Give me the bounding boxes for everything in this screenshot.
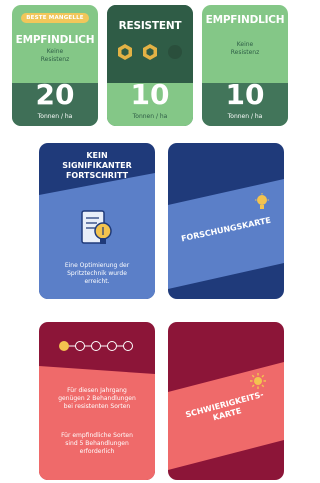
progress-dot <box>107 341 117 351</box>
progress-dot <box>75 341 85 351</box>
card-description: Eine Optimierung der Spritztechnik wurde… <box>64 262 130 285</box>
card-text-primary: Für diesen Jahrgang genügen 2 Behandlung… <box>58 387 136 410</box>
difficulty-card-back[interactable]: SCHWIERIGKEITS- KARTE <box>168 322 284 480</box>
card-title: KEIN SIGNIFIKANTER FORTSCHRITT <box>62 151 132 180</box>
card-title: EMPFINDLICH <box>205 14 285 26</box>
card-subtitle: Keine Resistenz <box>40 48 70 63</box>
resistance-icons <box>107 43 193 63</box>
progress-dot <box>123 341 133 351</box>
yield-value: 10 <box>225 78 265 111</box>
yield-unit: Tonnen / ha <box>37 113 73 120</box>
sun-gear-icon <box>250 373 266 389</box>
yield-unit: Tonnen / ha <box>227 113 263 120</box>
card-title: EMPFINDLICH <box>15 34 95 46</box>
card-text-secondary: Für empfindliche Sorten sind 5 Behandlun… <box>61 432 133 455</box>
document-lightbulb-icon <box>81 210 112 244</box>
lightbulb-icon <box>255 193 269 209</box>
yield-value: 20 <box>35 78 75 111</box>
progress-dot-filled <box>59 341 69 351</box>
research-card-back[interactable]: FORSCHUNGSKARTE <box>168 143 284 299</box>
yield-value: 10 <box>130 78 170 111</box>
variety-card-resistant[interactable]: RESISTENT 10 Tonnen / ha <box>107 5 193 126</box>
research-card-result[interactable]: KEIN SIGNIFIKANTER FORTSCHRITT Eine Opti… <box>39 143 155 299</box>
best-badge: BESTE MANGELLE <box>21 13 89 23</box>
empty-slot-icon <box>168 45 183 59</box>
variety-card-sensitive[interactable]: EMPFINDLICH Keine Resistenz 10 Tonnen / … <box>202 5 288 126</box>
card-title: RESISTENT <box>118 20 182 32</box>
variety-card-sensitive-best[interactable]: BESTE MANGELLE EMPFINDLICH Keine Resiste… <box>12 5 98 126</box>
resistance-hex-icon <box>117 44 132 60</box>
card-subtitle: Keine Resistenz <box>230 41 260 56</box>
yield-unit: Tonnen / ha <box>132 113 168 120</box>
resistance-hex-icon <box>143 44 157 60</box>
treatment-card[interactable]: Für diesen Jahrgang genügen 2 Behandlung… <box>39 322 155 480</box>
progress-dot <box>91 341 101 351</box>
treatment-progress <box>59 341 133 351</box>
